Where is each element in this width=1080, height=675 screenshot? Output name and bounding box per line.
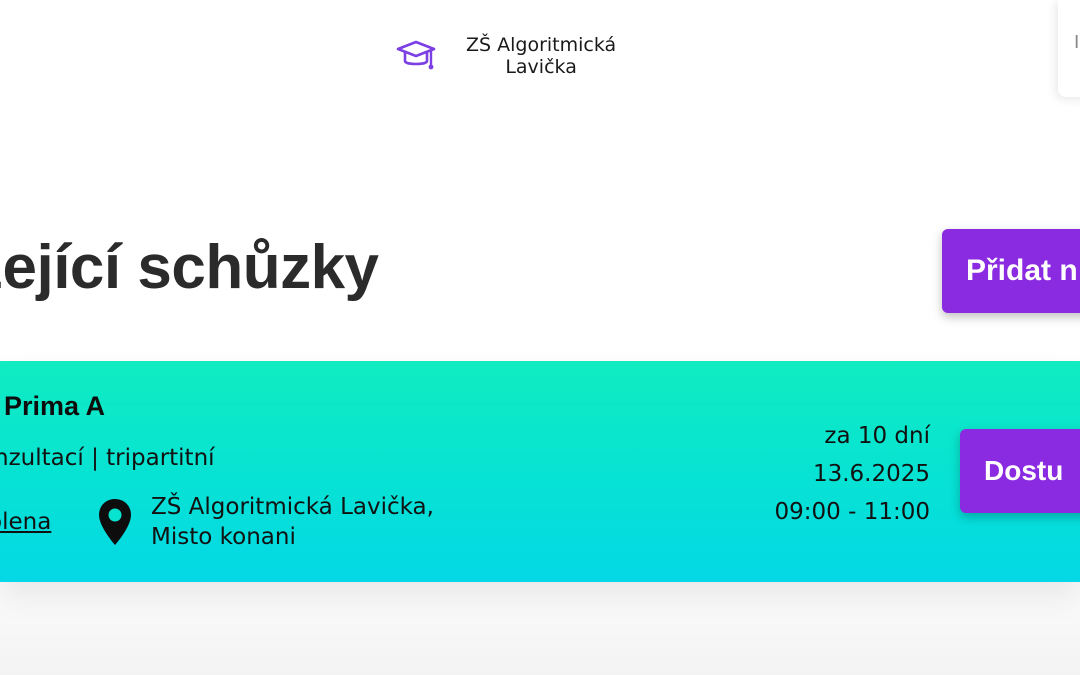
school-name-line1: ZŠ Algoritmická: [466, 34, 617, 56]
location-line1: ZŠ Algoritmická Lavička,: [151, 494, 434, 520]
add-meeting-button[interactable]: Přidat n: [942, 229, 1080, 313]
meeting-time-range: 09:00 - 11:00: [774, 499, 931, 525]
location-line2: Misto konani: [151, 524, 296, 550]
map-pin-icon: [99, 499, 131, 545]
meeting-relative-time: za 10 dní: [824, 423, 930, 449]
meeting-type: nzultací | tripartitní: [0, 445, 215, 471]
meeting-datetime: za 10 dní 13.6.2025 09:00 - 11:00: [775, 417, 931, 531]
meeting-date: 13.6.2025: [812, 461, 930, 487]
page-title: zející schůzky: [0, 233, 379, 302]
user-menu-text: I: [1074, 32, 1080, 53]
school-name: ZŠ Algoritmická Lavička: [466, 34, 616, 78]
school-name-line2: Lavička: [505, 56, 577, 78]
user-menu-card[interactable]: I: [1058, 0, 1080, 97]
meeting-location: ZŠ Algoritmická Lavička, Misto konani: [151, 492, 434, 552]
app-header: ZŠ Algoritmická Lavička I: [0, 0, 1080, 110]
meeting-card[interactable]: Prima A nzultací | tripartitní olena ZŠ …: [0, 361, 1080, 582]
meeting-action-button[interactable]: Dostu: [960, 429, 1080, 513]
graduation-cap-icon: [396, 40, 436, 70]
meeting-class-name: Prima A: [4, 391, 106, 421]
school-brand[interactable]: ZŠ Algoritmická Lavička: [396, 34, 616, 78]
meeting-status-link[interactable]: olena: [0, 509, 51, 535]
